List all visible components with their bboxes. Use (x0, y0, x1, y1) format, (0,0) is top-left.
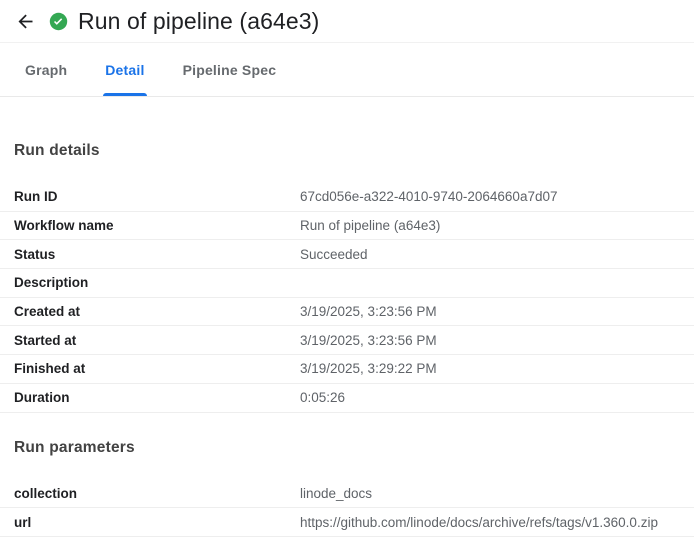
row-label: Description (0, 275, 300, 290)
table-row: url https://github.com/linode/docs/archi… (0, 508, 694, 537)
section-title: Run details (14, 142, 694, 160)
table-row: Created at 3/19/2025, 3:23:56 PM (0, 298, 694, 327)
row-label: collection (0, 486, 300, 501)
success-check-icon (49, 12, 68, 31)
tab-graph-label: Graph (25, 62, 67, 78)
row-value: Run of pipeline (a64e3) (300, 218, 694, 233)
table-row: collection linode_docs (0, 480, 694, 509)
page-title: Run of pipeline (a64e3) (78, 8, 319, 35)
row-label: Created at (0, 304, 300, 319)
row-label: Finished at (0, 361, 300, 376)
table-row: Finished at 3/19/2025, 3:29:22 PM (0, 355, 694, 384)
row-value: https://github.com/linode/docs/archive/r… (300, 515, 694, 530)
row-label: Duration (0, 390, 300, 405)
run-detail-content: Run details Run ID 67cd056e-a322-4010-97… (0, 97, 694, 537)
row-label: Status (0, 247, 300, 262)
row-value: linode_docs (300, 486, 694, 501)
detail-section: Run details Run ID 67cd056e-a322-4010-97… (0, 142, 694, 413)
table-row: Duration 0:05:26 (0, 384, 694, 413)
arrow-back-icon (15, 11, 36, 32)
row-label: Started at (0, 333, 300, 348)
table-row: Run ID 67cd056e-a322-4010-9740-2064660a7… (0, 183, 694, 212)
tab-bar: Graph Detail Pipeline Spec (0, 43, 694, 97)
section-rows: Run ID 67cd056e-a322-4010-9740-2064660a7… (0, 183, 694, 413)
table-row: Started at 3/19/2025, 3:23:56 PM (0, 326, 694, 355)
row-value: 0:05:26 (300, 390, 694, 405)
tab-detail[interactable]: Detail (105, 43, 144, 96)
row-value: 3/19/2025, 3:23:56 PM (300, 333, 694, 348)
active-tab-underline (103, 93, 146, 96)
row-label: Workflow name (0, 218, 300, 233)
header: Run of pipeline (a64e3) (0, 0, 694, 43)
table-row: Status Succeeded (0, 240, 694, 269)
row-value: 67cd056e-a322-4010-9740-2064660a7d07 (300, 189, 694, 204)
section-title: Run parameters (14, 439, 694, 457)
tab-pipeline-spec-label: Pipeline Spec (183, 62, 277, 78)
row-label: Run ID (0, 189, 300, 204)
section-rows: collection linode_docs url https://githu… (0, 480, 694, 537)
row-label: url (0, 515, 300, 530)
row-value: 3/19/2025, 3:29:22 PM (300, 361, 694, 376)
tab-pipeline-spec[interactable]: Pipeline Spec (183, 43, 277, 96)
row-value: Succeeded (300, 247, 694, 262)
row-value: 3/19/2025, 3:23:56 PM (300, 304, 694, 319)
table-row: Description (0, 269, 694, 298)
detail-section: Run parameters collection linode_docs ur… (0, 439, 694, 537)
tab-detail-label: Detail (105, 62, 144, 78)
tab-graph[interactable]: Graph (25, 43, 67, 96)
table-row: Workflow name Run of pipeline (a64e3) (0, 212, 694, 241)
back-button[interactable] (14, 10, 36, 32)
